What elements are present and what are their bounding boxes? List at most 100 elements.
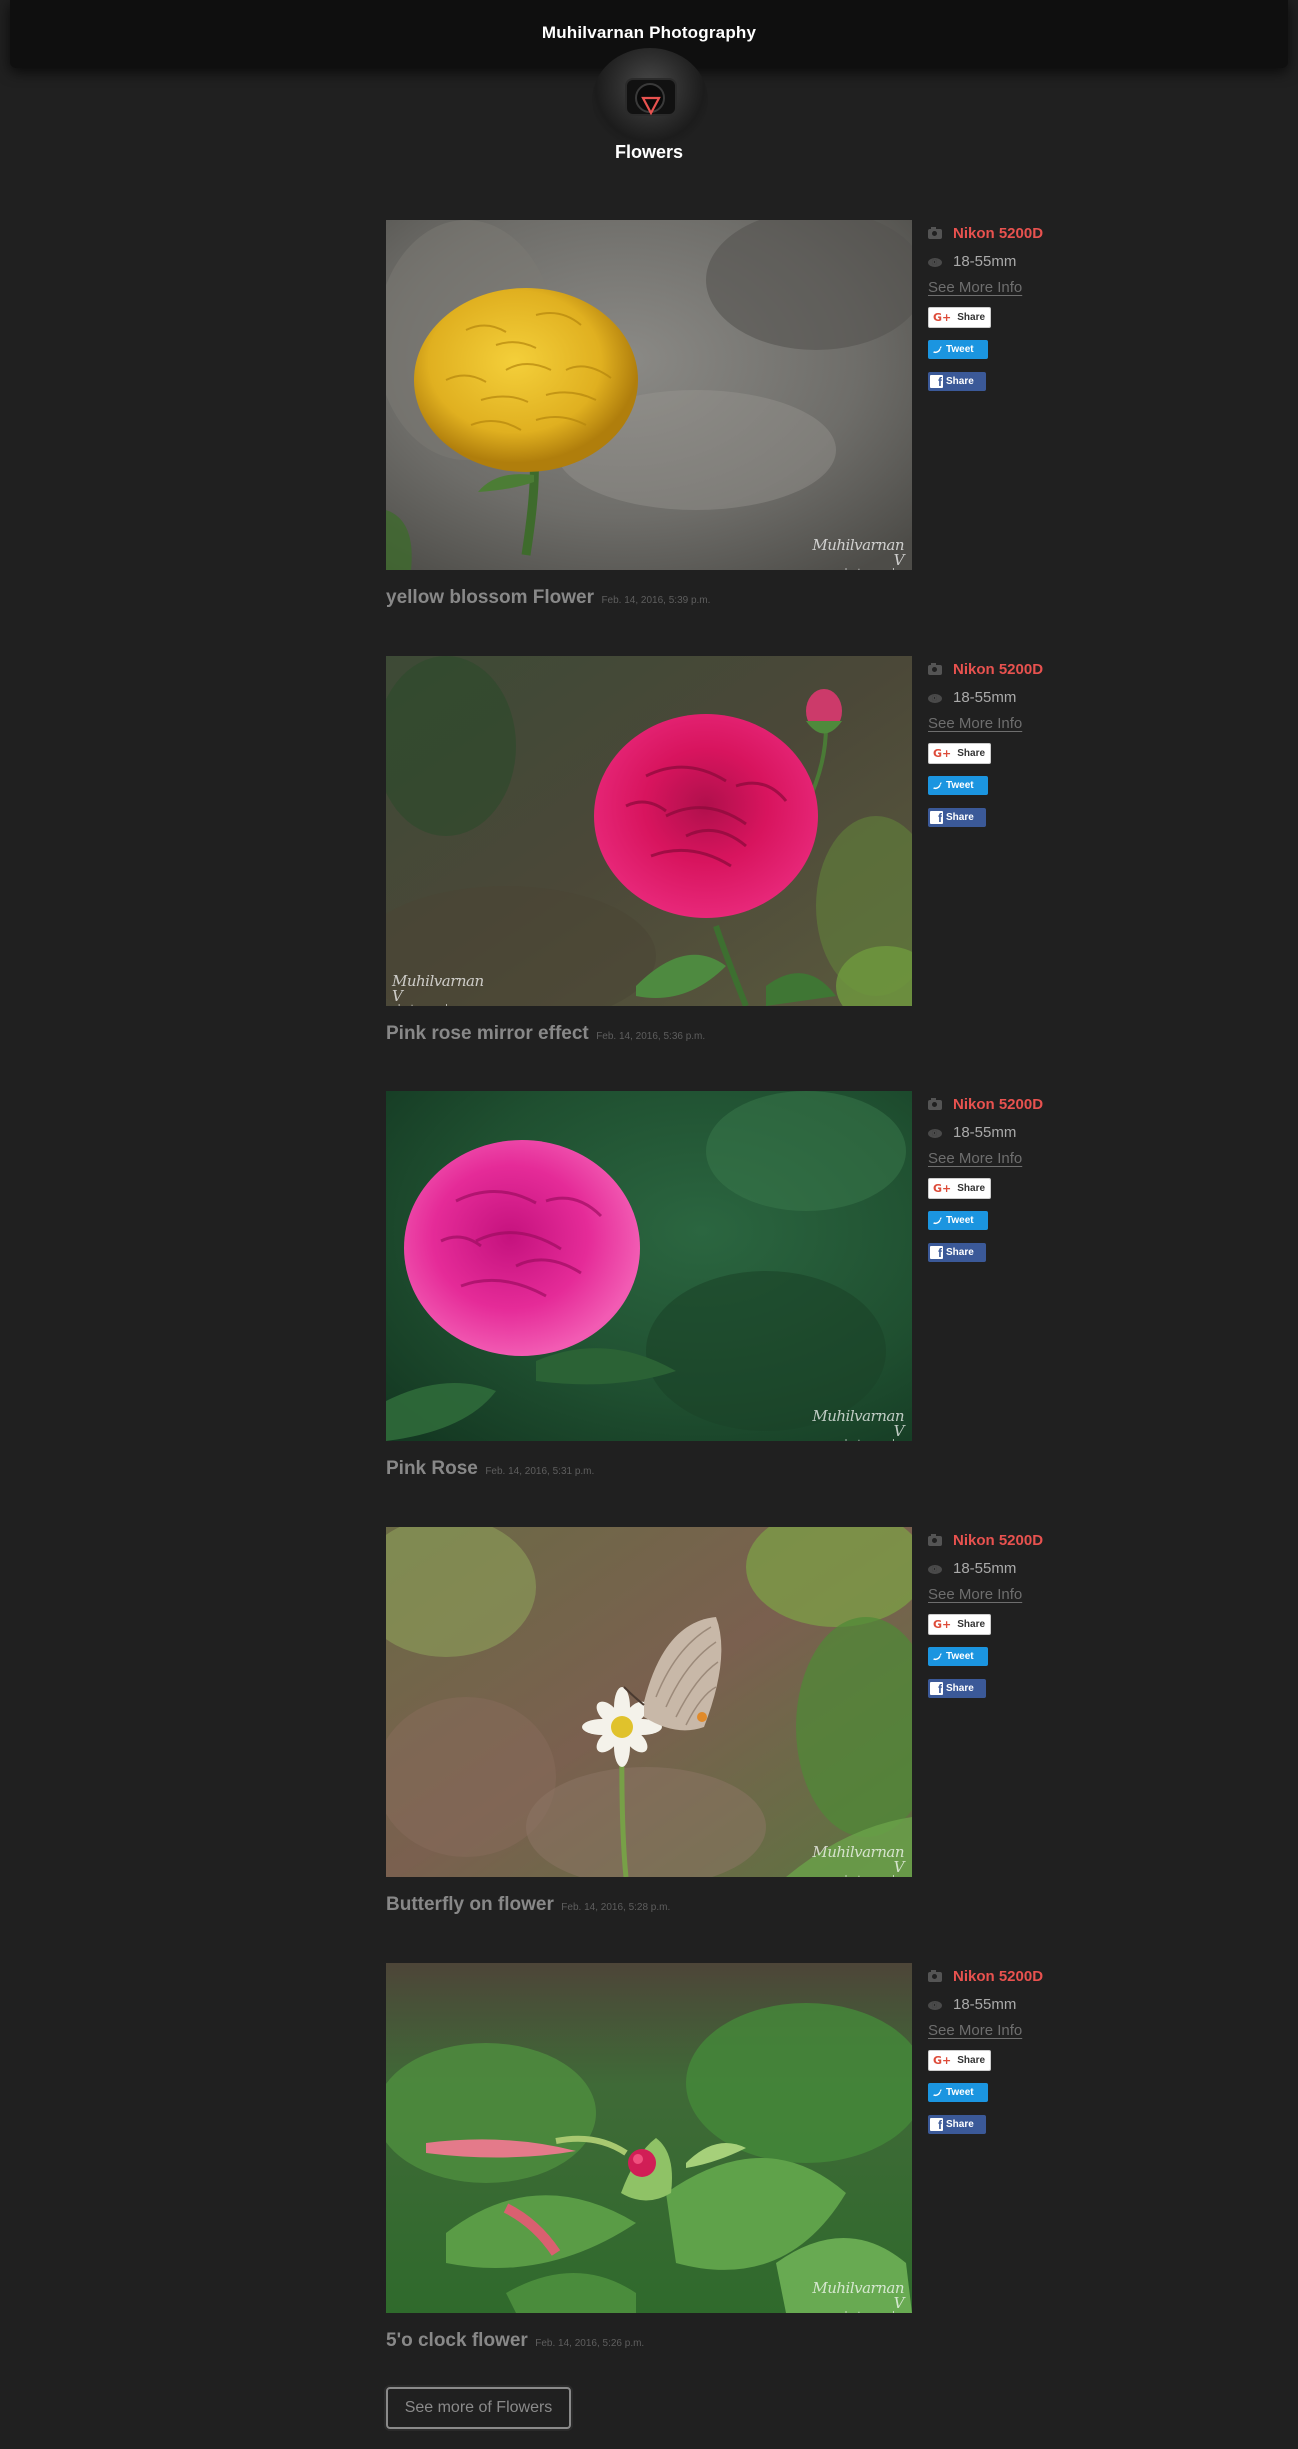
post-title[interactable]: Pink rose mirror effect	[386, 1023, 589, 1044]
camera-row: Nikon 5200D	[928, 1093, 1043, 1115]
post-date: Feb. 14, 2016, 5:28 p.m.	[561, 1902, 671, 1913]
twitter-bird-icon	[933, 1217, 942, 1225]
watermark: Muhilvarnan V photography	[812, 1407, 904, 1442]
see-more-info-link[interactable]: See More Info	[928, 1150, 1022, 1167]
eye-icon	[928, 694, 942, 703]
photo-image[interactable]: Muhilvarnan V photography	[386, 220, 912, 570]
facebook-icon: f	[930, 811, 943, 825]
post-title-line: Butterfly on flower Feb. 14, 2016, 5:28 …	[386, 1894, 670, 1916]
see-more-category-button[interactable]: See more of Flowers	[386, 2387, 571, 2429]
photo-image[interactable]: Muhilvarnan V photography	[386, 1091, 912, 1441]
eye-icon	[928, 1565, 942, 1574]
twitter-bird-icon	[933, 782, 942, 790]
site-title[interactable]: Muhilvarnan Photography	[10, 23, 1288, 43]
post-title[interactable]: Butterfly on flower	[386, 1894, 554, 1915]
category-title: Flowers	[614, 142, 684, 162]
see-more-info-link[interactable]: See More Info	[928, 2022, 1022, 2039]
lens-row: 18-55mm	[928, 1121, 1016, 1143]
camera-name[interactable]: Nikon 5200D	[953, 225, 1043, 242]
camera-row: Nikon 5200D	[928, 658, 1043, 680]
see-more-info-link[interactable]: See More Info	[928, 1586, 1022, 1603]
post-date: Feb. 14, 2016, 5:31 p.m.	[485, 1466, 595, 1477]
facebook-icon: f	[930, 2118, 943, 2132]
photo-post: Muhilvarnan V photography Pink Rose Feb.…	[386, 1091, 1046, 1491]
camera-icon	[928, 227, 942, 239]
post-title-line: 5'o clock flower Feb. 14, 2016, 5:26 p.m…	[386, 2330, 644, 2352]
twitter-bird-icon	[933, 346, 942, 354]
eye-icon	[928, 2001, 942, 2010]
camera-icon	[928, 1534, 942, 1546]
google-plus-share-button[interactable]: G+ Share	[928, 307, 991, 328]
watermark: Muhilvarnan V photography	[812, 1843, 904, 1878]
post-date: Feb. 14, 2016, 5:36 p.m.	[596, 1031, 706, 1042]
camera-name[interactable]: Nikon 5200D	[953, 1532, 1043, 1549]
lens-row: 18-55mm	[928, 1557, 1016, 1579]
tweet-button[interactable]: Tweet	[928, 2083, 988, 2102]
lens-row: 18-55mm	[928, 250, 1016, 272]
lens-name: 18-55mm	[953, 252, 1017, 270]
facebook-share-button[interactable]: f Share	[928, 2115, 986, 2134]
watermark: Muhilvarnan V photography	[392, 972, 484, 1007]
facebook-icon: f	[930, 1246, 943, 1260]
photo-image[interactable]: Muhilvarnan V photography	[386, 656, 912, 1006]
tweet-button[interactable]: Tweet	[928, 1647, 988, 1666]
post-title-line: Pink rose mirror effect Feb. 14, 2016, 5…	[386, 1023, 705, 1045]
camera-row: Nikon 5200D	[928, 1529, 1043, 1551]
camera-row: Nikon 5200D	[928, 222, 1043, 244]
camera-name[interactable]: Nikon 5200D	[953, 1968, 1043, 1985]
lens-row: 18-55mm	[928, 1993, 1016, 2015]
facebook-share-button[interactable]: f Share	[928, 808, 986, 827]
post-title-line: Pink Rose Feb. 14, 2016, 5:31 p.m.	[386, 1458, 594, 1480]
post-title[interactable]: yellow blossom Flower	[386, 587, 594, 608]
photo-post: Muhilvarnan V photography Butterfly on f…	[386, 1527, 1046, 1927]
see-more-info-link[interactable]: See More Info	[928, 279, 1022, 296]
watermark: Muhilvarnan V photography	[812, 536, 904, 571]
google-plus-share-button[interactable]: G+ Share	[928, 2050, 991, 2071]
lens-row: 18-55mm	[928, 686, 1016, 708]
see-more-info-link[interactable]: See More Info	[928, 715, 1022, 732]
facebook-share-button[interactable]: f Share	[928, 372, 986, 391]
google-plus-share-button[interactable]: G+ Share	[928, 743, 991, 764]
photo-image[interactable]: Muhilvarnan V photography	[386, 1963, 912, 2313]
facebook-share-button[interactable]: f Share	[928, 1679, 986, 1698]
photo-post: Muhilvarnan V photography Pink rose mirr…	[386, 656, 1046, 1056]
google-plus-icon: G+	[933, 1182, 952, 1195]
google-plus-share-button[interactable]: G+ Share	[928, 1614, 991, 1635]
photo-post: Muhilvarnan V photography 5'o clock flow…	[386, 1963, 1046, 2363]
camera-icon	[928, 1098, 942, 1110]
facebook-icon: f	[930, 375, 943, 389]
lens-name: 18-55mm	[953, 688, 1017, 706]
twitter-bird-icon	[933, 1653, 942, 1661]
lens-name: 18-55mm	[953, 1123, 1017, 1141]
photo-post: Muhilvarnan V photography yellow blossom…	[386, 220, 1046, 620]
post-title-line: yellow blossom Flower Feb. 14, 2016, 5:3…	[386, 587, 710, 609]
post-title[interactable]: Pink Rose	[386, 1458, 478, 1479]
tweet-button[interactable]: Tweet	[928, 1211, 988, 1230]
camera-icon	[928, 1970, 942, 1982]
profile-avatar	[592, 48, 708, 152]
tweet-button[interactable]: Tweet	[928, 776, 988, 795]
camera-name[interactable]: Nikon 5200D	[953, 1096, 1043, 1113]
google-plus-share-button[interactable]: G+ Share	[928, 1178, 991, 1199]
google-plus-icon: G+	[933, 2054, 952, 2067]
google-plus-icon: G+	[933, 1618, 952, 1631]
facebook-share-button[interactable]: f Share	[928, 1243, 986, 1262]
twitter-bird-icon	[933, 2089, 942, 2097]
camera-name[interactable]: Nikon 5200D	[953, 661, 1043, 678]
eye-icon	[928, 258, 942, 267]
google-plus-icon: G+	[933, 747, 952, 760]
post-title[interactable]: 5'o clock flower	[386, 2330, 528, 2351]
camera-icon	[928, 663, 942, 675]
photo-image[interactable]: Muhilvarnan V photography	[386, 1527, 912, 1877]
google-plus-icon: G+	[933, 311, 952, 324]
lens-name: 18-55mm	[953, 1559, 1017, 1577]
facebook-icon: f	[930, 1682, 943, 1696]
post-date: Feb. 14, 2016, 5:39 p.m.	[601, 595, 711, 606]
eye-icon	[928, 1129, 942, 1138]
tweet-button[interactable]: Tweet	[928, 340, 988, 359]
lens-name: 18-55mm	[953, 1995, 1017, 2013]
watermark: Muhilvarnan V photography	[812, 2279, 904, 2314]
camera-row: Nikon 5200D	[928, 1965, 1043, 1987]
logo-triangle-icon	[641, 96, 661, 116]
post-date: Feb. 14, 2016, 5:26 p.m.	[535, 2338, 645, 2349]
